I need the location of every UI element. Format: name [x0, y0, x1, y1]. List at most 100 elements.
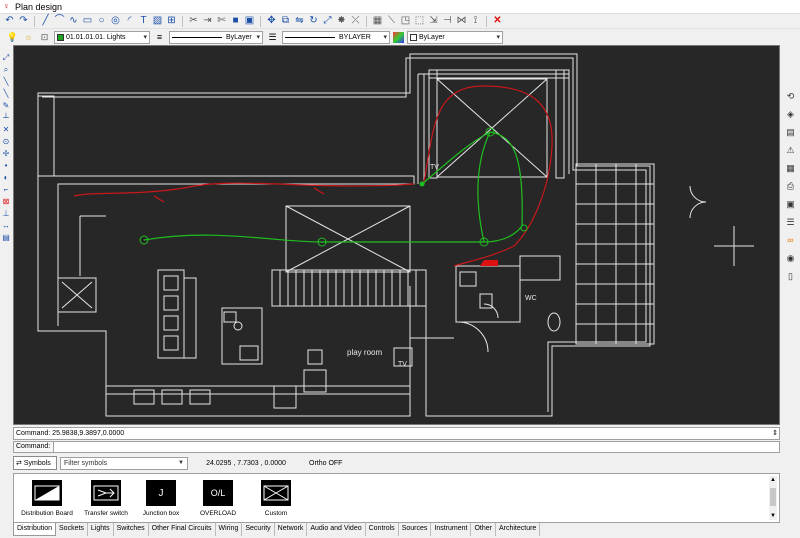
- linetype-dropdown[interactable]: ByLayer ▾: [169, 30, 263, 44]
- symbol-overload[interactable]: O/L OVERLOAD: [190, 480, 246, 520]
- view-icon[interactable]: ◉: [785, 252, 797, 264]
- line-icon[interactable]: ╱: [39, 15, 52, 28]
- circle-center-icon[interactable]: ◎: [109, 15, 122, 28]
- match-properties-icon[interactable]: ⟟: [469, 15, 482, 28]
- tab-sources[interactable]: Sources: [399, 523, 432, 536]
- tab-security[interactable]: Security: [242, 523, 275, 536]
- tab-lights[interactable]: Lights: [88, 523, 114, 536]
- arc-icon[interactable]: ◜: [123, 15, 136, 28]
- print-icon[interactable]: ⎙: [785, 180, 797, 192]
- spline-icon[interactable]: ∿: [67, 15, 80, 28]
- undo-icon[interactable]: ↶: [3, 15, 16, 28]
- join-icon[interactable]: ⋈: [455, 15, 468, 28]
- block-icon[interactable]: ■: [229, 15, 242, 28]
- color-dropdown[interactable]: ByLayer ▾: [407, 30, 503, 44]
- tab-audio-and-video[interactable]: Audio and Video: [307, 523, 366, 536]
- lineweight-dropdown[interactable]: BYLAYER ▾: [282, 30, 390, 44]
- explode-icon[interactable]: ✸: [335, 15, 348, 28]
- snap-perpendicular-icon[interactable]: ⊥: [1, 209, 11, 219]
- copy-icon[interactable]: ⧉: [279, 15, 292, 28]
- stack-icon[interactable]: ☰: [785, 216, 797, 228]
- tv-lower-label: TV: [398, 361, 407, 368]
- report-icon[interactable]: ▤: [785, 126, 797, 138]
- symbol-custom[interactable]: Custom: [248, 480, 304, 520]
- document-icon[interactable]: ▯: [785, 270, 797, 282]
- break-icon[interactable]: ⊣: [441, 15, 454, 28]
- measure-icon[interactable]: ↔: [1, 221, 11, 231]
- symbol-label: Junction box: [142, 510, 180, 517]
- filter-symbols-dropdown[interactable]: Filter symbols ▼: [60, 456, 188, 470]
- tab-wiring[interactable]: Wiring: [216, 523, 243, 536]
- tab-distribution[interactable]: Distribution: [13, 523, 57, 536]
- symbol-category-tabs: Distribution Sockets Lights Switches Oth…: [13, 523, 780, 536]
- scale-icon[interactable]: ⤢: [321, 15, 334, 28]
- erase-selection-icon[interactable]: ⤫: [349, 15, 362, 28]
- trim-icon[interactable]: ✂: [187, 15, 200, 28]
- snap-nearest-icon[interactable]: ⌐: [1, 185, 11, 195]
- stretch-icon[interactable]: ⇲: [427, 15, 440, 28]
- snap-center-icon[interactable]: ⊙: [1, 137, 11, 147]
- layers-icon[interactable]: ▤: [1, 233, 11, 243]
- delete-icon[interactable]: ✕: [491, 15, 504, 28]
- scissors-icon[interactable]: ✄: [215, 15, 228, 28]
- tag-icon[interactable]: ◈: [785, 108, 797, 120]
- tab-switches[interactable]: Switches: [114, 523, 149, 536]
- sun-icon: ☼: [24, 32, 33, 42]
- zoom-extents-icon[interactable]: ⤢: [1, 53, 11, 63]
- offset-icon[interactable]: ⬚: [413, 15, 426, 28]
- snap-tangent-icon[interactable]: ◐: [1, 173, 11, 183]
- rotate-icon[interactable]: ↻: [307, 15, 320, 28]
- link-icon[interactable]: ∞: [785, 234, 797, 246]
- scroll-down-icon[interactable]: ▼: [769, 512, 777, 520]
- mirror-icon[interactable]: ⇋: [293, 15, 306, 28]
- ortho-toggle[interactable]: Ortho OFF: [304, 460, 354, 467]
- scroll-arrows-icon[interactable]: ⇕: [772, 429, 778, 438]
- rotate-view-icon[interactable]: ⟲: [785, 90, 797, 102]
- grid-icon[interactable]: ▦: [785, 162, 797, 174]
- snap-intersection-icon[interactable]: ✕: [1, 125, 11, 135]
- dimension-icon[interactable]: ⊞: [165, 15, 178, 28]
- tab-network[interactable]: Network: [275, 523, 308, 536]
- array-icon[interactable]: ▦: [371, 15, 384, 28]
- pen-icon[interactable]: ✎: [1, 101, 11, 111]
- tab-sockets[interactable]: Sockets: [56, 523, 88, 536]
- tab-architecture[interactable]: Architecture: [496, 523, 541, 536]
- chamfer-icon[interactable]: ⟍: [385, 15, 398, 28]
- drawing-canvas[interactable]: TV WC play room TV: [13, 45, 780, 425]
- save-icon[interactable]: ▣: [785, 198, 797, 210]
- snap-node-icon[interactable]: ✢: [1, 149, 11, 159]
- tab-other-final-circuits[interactable]: Other Final Circuits: [149, 523, 216, 536]
- palette-scrollbar[interactable]: ▲ ▼: [769, 476, 777, 520]
- draw-line-icon[interactable]: ╲: [1, 89, 11, 99]
- snap-off-icon[interactable]: ⊠: [1, 197, 11, 207]
- rectangle-icon[interactable]: ▭: [81, 15, 94, 28]
- polyline-icon[interactable]: ⌒: [53, 15, 66, 28]
- tab-other[interactable]: Other: [471, 523, 496, 536]
- text-icon[interactable]: T: [137, 15, 150, 28]
- snap-end-icon[interactable]: ┴: [1, 113, 11, 123]
- scroll-thumb[interactable]: [770, 488, 776, 506]
- scroll-up-icon[interactable]: ▲: [769, 476, 777, 484]
- symbol-transfer-switch[interactable]: Transfer switch: [78, 480, 134, 520]
- pan-icon[interactable]: ╲: [1, 77, 11, 87]
- linetype-icon: ≡: [156, 32, 163, 42]
- symbols-button[interactable]: ⇄ Symbols: [13, 456, 57, 470]
- chevron-down-icon: ▾: [143, 33, 147, 41]
- extend-icon[interactable]: ⇥: [201, 15, 214, 28]
- tab-instrument[interactable]: Instrument: [431, 523, 472, 536]
- insert-icon[interactable]: ▣: [243, 15, 256, 28]
- redo-icon[interactable]: ↷: [17, 15, 30, 28]
- fillet-icon[interactable]: ◳: [399, 15, 412, 28]
- snap-point-icon[interactable]: •: [1, 161, 11, 171]
- layer-dropdown[interactable]: 01.01.01.01. Lights ▾: [54, 30, 150, 44]
- command-line[interactable]: Command:: [13, 441, 780, 453]
- circle-icon[interactable]: ○: [95, 15, 108, 28]
- zoom-icon[interactable]: ⌕: [1, 65, 11, 75]
- symbol-distribution-board[interactable]: Distribution Board: [19, 480, 75, 520]
- tab-controls[interactable]: Controls: [366, 523, 399, 536]
- toolbar-divider: [366, 15, 367, 27]
- move-icon[interactable]: ✥: [265, 15, 278, 28]
- hatch-icon[interactable]: ▧: [151, 15, 164, 28]
- warning-icon[interactable]: ⚠: [785, 144, 797, 156]
- symbol-junction-box[interactable]: J Junction box: [133, 480, 189, 520]
